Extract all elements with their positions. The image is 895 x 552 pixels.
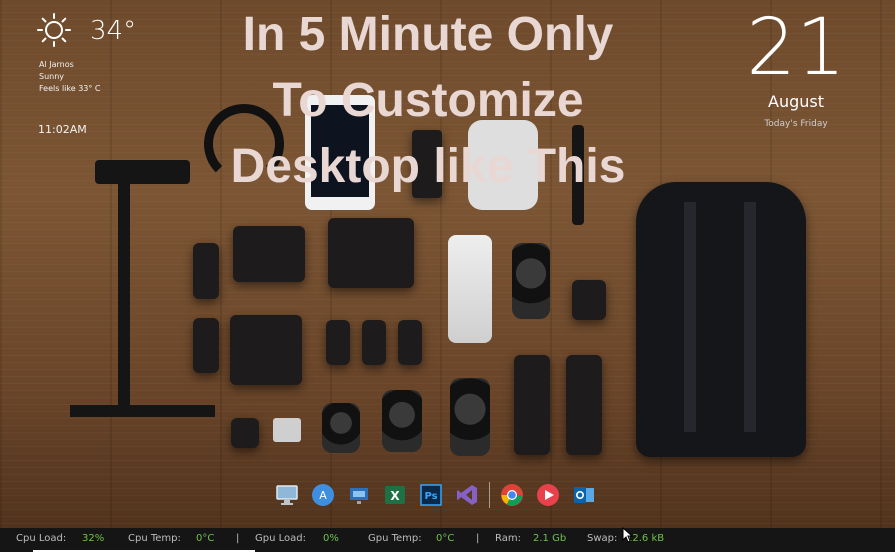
- battery: [193, 318, 219, 373]
- flash-trigger: [572, 280, 606, 320]
- headline-line-3: Desktop like This: [230, 140, 626, 193]
- battery: [193, 243, 219, 299]
- date-day: 21: [746, 3, 846, 93]
- cinema-camera: [328, 218, 414, 288]
- gpu-load-label: Gpu Load:: [255, 533, 306, 544]
- weather-location: Al Jarnos: [39, 60, 74, 69]
- stats-separator: |: [476, 533, 480, 544]
- photoshop-icon[interactable]: Ps: [417, 481, 445, 509]
- sun-icon: [37, 13, 71, 47]
- gpu-temp-label: Gpu Temp:: [368, 533, 422, 544]
- network-folder-icon[interactable]: [345, 481, 373, 509]
- app-store-icon[interactable]: A: [309, 481, 337, 509]
- lens: [382, 390, 422, 452]
- battery: [398, 320, 422, 365]
- weather-condition: Sunny: [39, 72, 65, 81]
- stabilizer-rig: [118, 165, 130, 415]
- lens: [512, 243, 550, 319]
- lens: [322, 403, 360, 453]
- battery: [326, 320, 350, 365]
- headline-line-2: To Customize: [272, 74, 584, 127]
- ram-value: 2.1 Gb: [533, 533, 567, 544]
- action-camera: [273, 418, 301, 442]
- gpu-load-value: 0%: [323, 533, 339, 544]
- computer-icon[interactable]: [273, 481, 301, 509]
- excel-icon[interactable]: X: [381, 481, 409, 509]
- cpu-temp-label: Cpu Temp:: [128, 533, 181, 544]
- mouse-cursor-icon: [622, 527, 634, 543]
- cpu-load-label: Cpu Load:: [16, 533, 67, 544]
- chrome-icon[interactable]: [498, 481, 526, 509]
- date-weekday: Today's Friday: [764, 119, 828, 129]
- system-stats-bar: Cpu Load: 32% Cpu Temp: 0°C | Gpu Load: …: [0, 528, 895, 552]
- stats-separator: |: [236, 533, 240, 544]
- svg-text:X: X: [390, 489, 400, 503]
- visual-studio-icon[interactable]: [453, 481, 481, 509]
- headline-line-1: In 5 Minute Only: [242, 8, 614, 61]
- dock-separator: [489, 482, 490, 508]
- flash: [514, 355, 550, 455]
- outlook-icon[interactable]: [570, 481, 598, 509]
- media-player-icon[interactable]: [534, 481, 562, 509]
- cpu-temp-value: 0°C: [196, 533, 215, 544]
- dock: A X Ps: [265, 477, 606, 513]
- weather-feels-like: Feels like 33° C: [39, 84, 101, 93]
- gpu-temp-value: 0°C: [436, 533, 455, 544]
- clock-time: 11:02AM: [38, 123, 87, 136]
- lens: [450, 378, 490, 456]
- svg-text:A: A: [319, 489, 327, 502]
- flash: [566, 355, 602, 455]
- battery: [362, 320, 386, 365]
- camera-body: [230, 315, 302, 385]
- weather-temperature: 34°: [90, 16, 137, 46]
- headline-overlay: In 5 Minute Only To Customize Desktop li…: [168, 2, 688, 200]
- stabilizer-base: [70, 405, 215, 417]
- accessory: [231, 418, 259, 448]
- telephoto-lens: [448, 235, 492, 343]
- date-widget: 21 August Today's Friday: [746, 0, 846, 129]
- camera-body: [233, 226, 305, 282]
- cpu-load-value: 32%: [82, 533, 105, 544]
- svg-text:Ps: Ps: [424, 491, 437, 502]
- swap-label: Swap:: [587, 533, 618, 544]
- ram-label: Ram:: [495, 533, 521, 544]
- backpack: [636, 182, 806, 457]
